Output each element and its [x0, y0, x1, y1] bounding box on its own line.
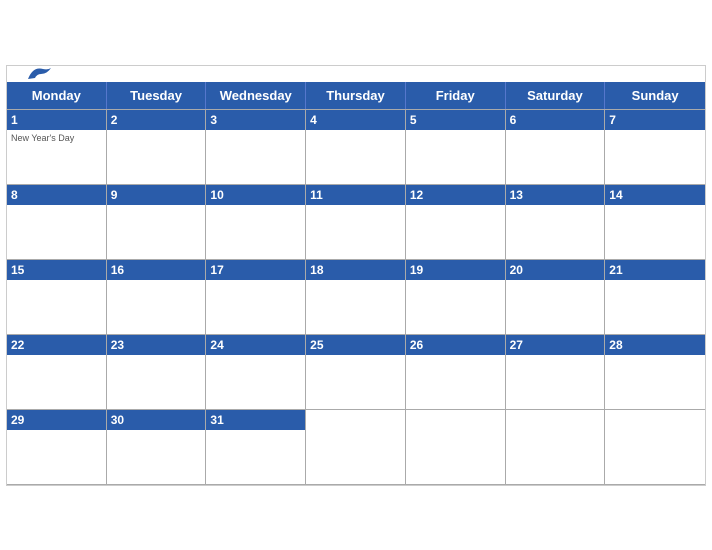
day-number: 7: [609, 113, 701, 127]
day-number: 26: [410, 338, 501, 352]
day-number: 29: [11, 413, 102, 427]
day-cell: 11: [306, 185, 406, 260]
day-cell: 8: [7, 185, 107, 260]
day-cell: 24: [206, 335, 306, 410]
day-cell: 20: [506, 260, 606, 335]
day-cell: 22: [7, 335, 107, 410]
day-number: 23: [111, 338, 202, 352]
day-cell: 30: [107, 410, 207, 485]
day-cell: 5: [406, 110, 506, 185]
day-cell: 25: [306, 335, 406, 410]
day-number: 18: [310, 263, 401, 277]
day-number: 14: [609, 188, 701, 202]
day-number: 20: [510, 263, 601, 277]
weekday-header-sunday: Sunday: [605, 82, 705, 109]
day-cell: 28: [605, 335, 705, 410]
weekday-header-wednesday: Wednesday: [206, 82, 306, 109]
day-number: 17: [210, 263, 301, 277]
weekday-header-monday: Monday: [7, 82, 107, 109]
day-number: 9: [111, 188, 202, 202]
day-cell: 26: [406, 335, 506, 410]
day-number: 13: [510, 188, 601, 202]
day-cell: [306, 410, 406, 485]
day-number: 21: [609, 263, 701, 277]
day-cell: 4: [306, 110, 406, 185]
calendar-grid: 1New Year's Day2345678910111213141516171…: [7, 109, 705, 485]
day-number: 16: [111, 263, 202, 277]
day-cell: 27: [506, 335, 606, 410]
weekday-header-saturday: Saturday: [506, 82, 606, 109]
day-cell: 1 New Year's Day: [7, 110, 107, 185]
day-cell: 21: [605, 260, 705, 335]
day-cell: 29: [7, 410, 107, 485]
day-number: 19: [410, 263, 501, 277]
day-cell: 15: [7, 260, 107, 335]
day-cell: 23: [107, 335, 207, 410]
day-cell: 2: [107, 110, 207, 185]
holiday-label: New Year's Day: [11, 133, 102, 143]
calendar: MondayTuesdayWednesdayThursdayFridaySatu…: [6, 65, 706, 486]
day-number: 24: [210, 338, 301, 352]
day-number: 27: [510, 338, 601, 352]
weekday-header-thursday: Thursday: [306, 82, 406, 109]
day-number: 5: [410, 113, 501, 127]
day-number: 8: [11, 188, 102, 202]
weekday-header-friday: Friday: [406, 82, 506, 109]
day-cell: 10: [206, 185, 306, 260]
day-cell: 17: [206, 260, 306, 335]
day-number: 10: [210, 188, 301, 202]
day-cell: 14: [605, 185, 705, 260]
day-cell: 6: [506, 110, 606, 185]
logo: [23, 64, 53, 84]
day-number: 30: [111, 413, 202, 427]
day-cell: 12: [406, 185, 506, 260]
day-number: 22: [11, 338, 102, 352]
day-cell: [506, 410, 606, 485]
day-number: 15: [11, 263, 102, 277]
day-cell: 13: [506, 185, 606, 260]
day-cell: 31: [206, 410, 306, 485]
day-cell: 3: [206, 110, 306, 185]
day-cell: 9: [107, 185, 207, 260]
logo-icon: [23, 64, 53, 84]
day-cell: 7: [605, 110, 705, 185]
calendar-header: [7, 66, 705, 82]
day-number: 11: [310, 188, 401, 202]
day-number: 1: [11, 113, 102, 127]
day-number: 25: [310, 338, 401, 352]
day-number: 2: [111, 113, 202, 127]
day-number: 28: [609, 338, 701, 352]
day-cell: 19: [406, 260, 506, 335]
day-cell: 16: [107, 260, 207, 335]
day-number: 12: [410, 188, 501, 202]
day-number: 6: [510, 113, 601, 127]
weekdays-row: MondayTuesdayWednesdayThursdayFridaySatu…: [7, 82, 705, 109]
day-number: 31: [210, 413, 301, 427]
day-cell: 18: [306, 260, 406, 335]
day-number: 4: [310, 113, 401, 127]
day-number: 3: [210, 113, 301, 127]
day-cell: [605, 410, 705, 485]
day-cell: [406, 410, 506, 485]
weekday-header-tuesday: Tuesday: [107, 82, 207, 109]
